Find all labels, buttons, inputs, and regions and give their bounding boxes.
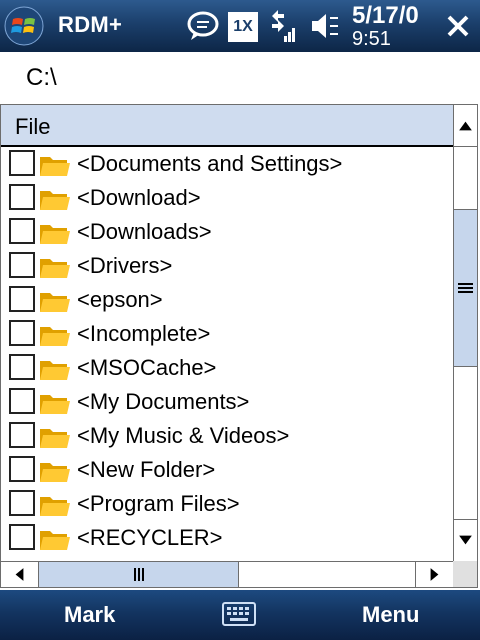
scroll-right-arrow-icon[interactable] (415, 562, 453, 587)
speaker-volume-icon[interactable] (308, 8, 342, 44)
table-row[interactable]: <Incomplete> (1, 317, 453, 351)
table-row[interactable]: <New Folder> (1, 453, 453, 487)
close-icon[interactable] (440, 8, 476, 44)
horizontal-scroll-thumb[interactable] (39, 562, 239, 587)
table-row[interactable]: <Program Files> (1, 487, 453, 521)
column-header-file[interactable]: File (1, 105, 453, 147)
row-checkbox[interactable] (9, 524, 35, 550)
folder-name: <Downloads> (77, 219, 212, 244)
row-checkbox[interactable] (9, 388, 35, 414)
row-checkbox[interactable] (9, 150, 35, 176)
folder-icon (40, 395, 70, 414)
table-row[interactable]: <epson> (1, 283, 453, 317)
folder-name: <Program Files> (77, 491, 240, 516)
vertical-scroll-thumb[interactable] (454, 209, 477, 367)
horizontal-scrollbar[interactable] (1, 561, 453, 587)
mark-softkey[interactable]: Mark (64, 602, 115, 628)
folder-icon (40, 157, 70, 176)
row-checkbox[interactable] (9, 218, 35, 244)
menu-softkey[interactable]: Menu (362, 602, 419, 628)
folder-icon (40, 191, 70, 210)
title-bar: RDM+ 1X 5/17/0 9:51 (0, 0, 480, 52)
clock-date: 5/17/0 (352, 2, 419, 29)
vertical-scrollbar[interactable] (453, 105, 477, 561)
table-row[interactable]: <Downloads> (1, 215, 453, 249)
folder-name: <RECYCLER> (77, 525, 223, 550)
folder-icon (40, 463, 70, 482)
row-checkbox[interactable] (9, 252, 35, 278)
row-checkbox[interactable] (9, 422, 35, 448)
folder-name: <My Music & Videos> (77, 423, 290, 448)
row-checkbox[interactable] (9, 456, 35, 482)
windows-start-icon[interactable] (4, 6, 44, 46)
folder-icon (40, 429, 70, 448)
folder-icon (40, 293, 70, 312)
row-checkbox[interactable] (9, 354, 35, 380)
keyboard-icon[interactable] (222, 602, 256, 626)
folder-name: <Download> (77, 185, 201, 210)
file-rows: <Documents and Settings> <Download> <Downl… (1, 147, 453, 561)
folder-name: <MSOCache> (77, 355, 217, 380)
folder-icon (40, 225, 70, 244)
folder-name: <Incomplete> (77, 321, 211, 346)
folder-icon (40, 361, 70, 380)
folder-icon (40, 259, 70, 278)
path-bar: C:\ (0, 52, 480, 104)
grip-icon (134, 568, 144, 581)
folder-icon (40, 531, 70, 550)
table-row[interactable]: <MSOCache> (1, 351, 453, 385)
app-title: RDM+ (58, 12, 123, 37)
grip-icon (458, 283, 473, 293)
row-checkbox[interactable] (9, 320, 35, 346)
row-checkbox[interactable] (9, 286, 35, 312)
folder-name: <Drivers> (77, 253, 173, 278)
row-checkbox[interactable] (9, 184, 35, 210)
row-checkbox[interactable] (9, 490, 35, 516)
folder-name: <My Documents> (77, 389, 250, 414)
table-row[interactable]: <My Music & Videos> (1, 419, 453, 453)
scroll-left-arrow-icon[interactable] (1, 562, 39, 587)
softkey-bar: Mark Menu (0, 590, 480, 640)
scroll-up-arrow-icon[interactable] (454, 105, 477, 147)
current-path: C:\ (26, 64, 57, 91)
signal-data-icon[interactable] (268, 8, 298, 44)
1x-network-icon: 1X (228, 12, 258, 42)
table-row[interactable]: <Download> (1, 181, 453, 215)
table-row[interactable]: <Drivers> (1, 249, 453, 283)
message-bubble-icon[interactable] (186, 8, 220, 44)
folder-icon (40, 327, 70, 346)
folder-name: <New Folder> (77, 457, 216, 482)
folder-icon (40, 497, 70, 516)
file-list[interactable]: File <Documents and Settings> <Download> <… (0, 104, 478, 588)
scroll-down-arrow-icon[interactable] (454, 519, 477, 561)
folder-name: <Documents and Settings> (77, 151, 343, 176)
clock-time: 9:51 (352, 28, 391, 50)
scrollbar-corner (453, 561, 477, 587)
folder-name: <epson> (77, 287, 163, 312)
column-header-label: File (15, 114, 51, 139)
table-row[interactable]: <Documents and Settings> (1, 147, 453, 181)
table-row[interactable]: <My Documents> (1, 385, 453, 419)
table-row[interactable]: <RECYCLER> (1, 521, 453, 555)
